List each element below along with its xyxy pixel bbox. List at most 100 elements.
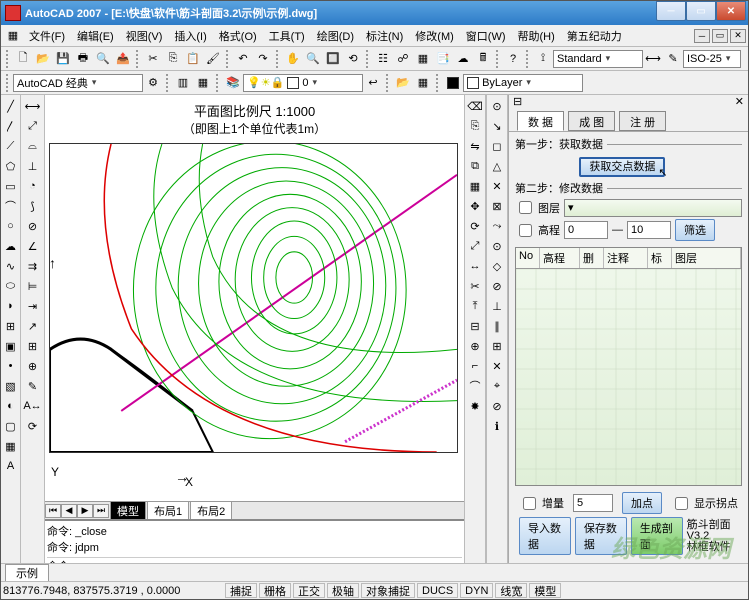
tab-first-button[interactable]: ⏮ bbox=[45, 504, 61, 518]
tab-layout1[interactable]: 布局1 bbox=[147, 501, 189, 520]
ltype-combo[interactable]: ISO-25▾ bbox=[683, 50, 741, 68]
rotate-icon[interactable]: ⟳ bbox=[466, 217, 484, 235]
filter-button[interactable]: 筛选 bbox=[675, 219, 715, 241]
osnap-ext-icon[interactable]: ⤳ bbox=[488, 217, 506, 235]
move-icon[interactable]: ✥ bbox=[466, 197, 484, 215]
layer-filter-combo[interactable]: ▾ bbox=[564, 199, 742, 217]
dim-diameter-icon[interactable]: ⊘ bbox=[24, 217, 42, 235]
increment-input[interactable] bbox=[573, 494, 613, 512]
publish-icon[interactable]: 📤 bbox=[114, 50, 132, 68]
osnap-perp-icon[interactable]: ⊥ bbox=[488, 297, 506, 315]
status-grid[interactable]: 栅格 bbox=[259, 583, 291, 598]
revcloud-icon[interactable]: ☁ bbox=[2, 237, 20, 255]
pan-icon[interactable]: ✋ bbox=[284, 50, 302, 68]
get-intersection-data-button[interactable]: 获取交点数据 bbox=[579, 157, 665, 177]
fillet-icon[interactable]: ⌒ bbox=[466, 377, 484, 395]
status-ortho[interactable]: 正交 bbox=[293, 583, 325, 598]
dim-radius-icon[interactable]: ◔ bbox=[24, 177, 42, 195]
open-icon[interactable]: 📂 bbox=[34, 50, 52, 68]
osnap-par-icon[interactable]: ∥ bbox=[488, 317, 506, 335]
layer-checkbox[interactable] bbox=[519, 201, 532, 214]
calc-icon[interactable]: 🖩 bbox=[474, 50, 492, 68]
osnap-tan-icon[interactable]: ⊘ bbox=[488, 277, 506, 295]
block-icon[interactable]: ▦ bbox=[414, 74, 432, 92]
layer-manager-icon[interactable]: 📚 bbox=[224, 74, 242, 92]
center-icon[interactable]: ⊕ bbox=[24, 357, 42, 375]
join-icon[interactable]: ⊕ bbox=[466, 337, 484, 355]
close-button[interactable]: ✕ bbox=[716, 1, 746, 21]
mtext-icon[interactable]: A bbox=[2, 457, 20, 475]
osnap-from-icon[interactable]: ↘ bbox=[488, 117, 506, 135]
layer-combo[interactable]: 💡☀🔒 0▾ bbox=[243, 74, 363, 92]
tab-model[interactable]: 模型 bbox=[110, 501, 146, 520]
osnap-ins-icon[interactable]: ⊞ bbox=[488, 337, 506, 355]
palette-tab-data[interactable]: 数 据 bbox=[517, 111, 564, 131]
help-icon[interactable]: ? bbox=[504, 50, 522, 68]
menu-plugin[interactable]: 第五纪动力 bbox=[561, 26, 628, 46]
tab-last-button[interactable]: ⏭ bbox=[93, 504, 109, 518]
dimstyle-icon[interactable]: ⟟ bbox=[534, 50, 552, 68]
palette-tab-register[interactable]: 注 册 bbox=[619, 111, 666, 131]
hatch-icon[interactable]: ▧ bbox=[2, 377, 20, 395]
prop-color-combo[interactable]: ByLayer▾ bbox=[463, 74, 583, 92]
osnap-cen-icon[interactable]: ⊙ bbox=[488, 237, 506, 255]
mdi-restore-button[interactable]: ▭ bbox=[712, 29, 728, 43]
grid-hdr-mark[interactable]: 标 bbox=[648, 248, 672, 268]
menu-format[interactable]: 格式(O) bbox=[213, 26, 263, 46]
designcenter-icon[interactable]: ☍ bbox=[394, 50, 412, 68]
break-icon[interactable]: ⊟ bbox=[466, 317, 484, 335]
osnap-near-icon[interactable]: ⌖ bbox=[488, 377, 506, 395]
elev-from-input[interactable] bbox=[564, 221, 608, 239]
menu-help[interactable]: 帮助(H) bbox=[512, 26, 561, 46]
preview-icon[interactable]: 🔍 bbox=[94, 50, 112, 68]
array-icon[interactable]: ▦ bbox=[466, 177, 484, 195]
table-icon[interactable]: ▦ bbox=[2, 437, 20, 455]
save-icon[interactable]: 💾 bbox=[54, 50, 72, 68]
menu-view[interactable]: 视图(V) bbox=[120, 26, 169, 46]
mdi-close-button[interactable]: ✕ bbox=[730, 29, 746, 43]
ellipsearc-icon[interactable]: ◗ bbox=[2, 297, 20, 315]
tab-layout2[interactable]: 布局2 bbox=[190, 501, 232, 520]
command-line[interactable]: 命令: _close 命令: jdpm 命令: bbox=[45, 519, 464, 563]
extend-icon[interactable]: ⤒ bbox=[466, 297, 484, 315]
menu-edit[interactable]: 编辑(E) bbox=[71, 26, 120, 46]
toolpalette-icon[interactable]: ▦ bbox=[414, 50, 432, 68]
tabsurf-icon[interactable]: ▥ bbox=[174, 74, 192, 92]
print-icon[interactable]: 🖶 bbox=[74, 50, 92, 68]
undo-icon[interactable]: ↶ bbox=[234, 50, 252, 68]
menu-insert[interactable]: 插入(I) bbox=[168, 26, 212, 46]
ellipse-icon[interactable]: ⬭ bbox=[2, 277, 20, 295]
dim-continue-icon[interactable]: ⇥ bbox=[24, 297, 42, 315]
dim-linear-icon[interactable]: ⟷ bbox=[24, 97, 42, 115]
mdi-minimize-button[interactable]: ─ bbox=[694, 29, 710, 43]
increment-checkbox[interactable] bbox=[523, 497, 536, 510]
osnap-end-icon[interactable]: ◻ bbox=[488, 137, 506, 155]
dimtedit-icon[interactable]: A↔ bbox=[24, 397, 42, 415]
layer-grid-icon[interactable]: ▦ bbox=[194, 74, 212, 92]
palette-tab-plot[interactable]: 成 图 bbox=[568, 111, 615, 131]
grid-hdr-note[interactable]: 注释 bbox=[604, 248, 648, 268]
chamfer-icon[interactable]: ⌐ bbox=[466, 357, 484, 375]
redo-icon[interactable]: ↷ bbox=[254, 50, 272, 68]
osnap-mid-icon[interactable]: △ bbox=[488, 157, 506, 175]
palette-close-icon[interactable]: ✕ bbox=[735, 95, 744, 109]
explode-icon[interactable]: ✸ bbox=[466, 397, 484, 415]
osnap-appint-icon[interactable]: ⊠ bbox=[488, 197, 506, 215]
arc-icon[interactable]: ⌒ bbox=[2, 197, 20, 215]
region-icon[interactable]: ▢ bbox=[2, 417, 20, 435]
polygon-icon[interactable]: ⬠ bbox=[2, 157, 20, 175]
dim-ord-icon[interactable]: ⊥ bbox=[24, 157, 42, 175]
menu-tools[interactable]: 工具(T) bbox=[263, 26, 311, 46]
sheetset-icon[interactable]: 📑 bbox=[434, 50, 452, 68]
properties-icon[interactable]: ☷ bbox=[374, 50, 392, 68]
qdim-icon[interactable]: ⇉ bbox=[24, 257, 42, 275]
menu-modify[interactable]: 修改(M) bbox=[409, 26, 460, 46]
layer-iso-icon[interactable]: 📂 bbox=[394, 74, 412, 92]
qleader-icon[interactable]: ↗ bbox=[24, 317, 42, 335]
elev-checkbox[interactable] bbox=[519, 224, 532, 237]
save-data-button[interactable]: 保存数据 bbox=[575, 517, 627, 555]
generate-section-button[interactable]: 生成剖面 bbox=[631, 517, 683, 555]
matchprop-icon[interactable]: 🖌 bbox=[204, 50, 222, 68]
menu-dim[interactable]: 标注(N) bbox=[360, 26, 409, 46]
workspace-settings-icon[interactable]: ⚙ bbox=[144, 74, 162, 92]
